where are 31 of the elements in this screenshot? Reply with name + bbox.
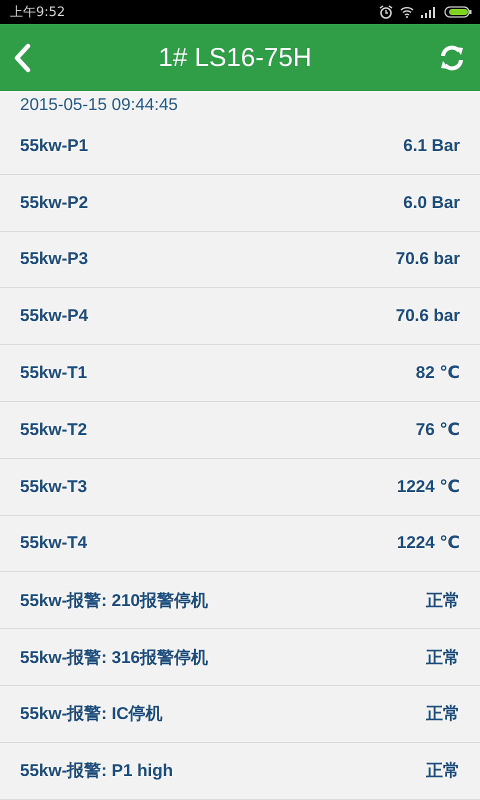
- reading-value: 正常: [426, 590, 460, 612]
- reading-label: 55kw-P3: [20, 249, 88, 270]
- reading-label: 55kw-T1: [20, 363, 88, 384]
- reading-value: 76 ℃: [416, 420, 460, 440]
- reading-value: 70.6 bar: [396, 249, 460, 270]
- reading-label: 55kw-T2: [20, 420, 88, 440]
- reading-label: 55kw-P1: [20, 136, 88, 156]
- reading-value: 6.1 Bar: [403, 136, 460, 156]
- reading-value: 82 ℃: [416, 363, 460, 384]
- reading-label: 55kw-T4: [20, 533, 88, 554]
- alarm-icon: [379, 5, 393, 19]
- reading-value: 正常: [426, 703, 460, 726]
- reading-label: 55kw-报警: IC停机: [20, 703, 163, 726]
- reading-value: 正常: [426, 760, 460, 782]
- reading-value: 1224 ℃: [396, 476, 460, 497]
- battery-icon: [444, 6, 472, 18]
- reading-value: 6.0 Bar: [403, 192, 460, 213]
- reading-label: 55kw-P4: [20, 306, 88, 326]
- reading-value: 正常: [426, 646, 460, 669]
- timestamp: 2015-05-15 09:44:45: [19, 94, 179, 116]
- header-title: 1# LS16-75H: [158, 42, 312, 73]
- reading-label: 55kw-报警: P1 high: [20, 760, 174, 782]
- reading-value: 70.6 bar: [396, 306, 460, 326]
- reading-label: 55kw-报警: 210报警停机: [20, 590, 208, 612]
- reading-label: 55kw-P2: [20, 192, 88, 213]
- reading-label: 55kw-报警: 316报警停机: [20, 646, 208, 669]
- wifi-icon: [400, 6, 414, 18]
- reading-label: 55kw-T3: [20, 476, 88, 497]
- signal-icon: [421, 6, 437, 18]
- reading-value: 1224 ℃: [396, 533, 460, 554]
- status-time: 上午9:52: [10, 4, 66, 21]
